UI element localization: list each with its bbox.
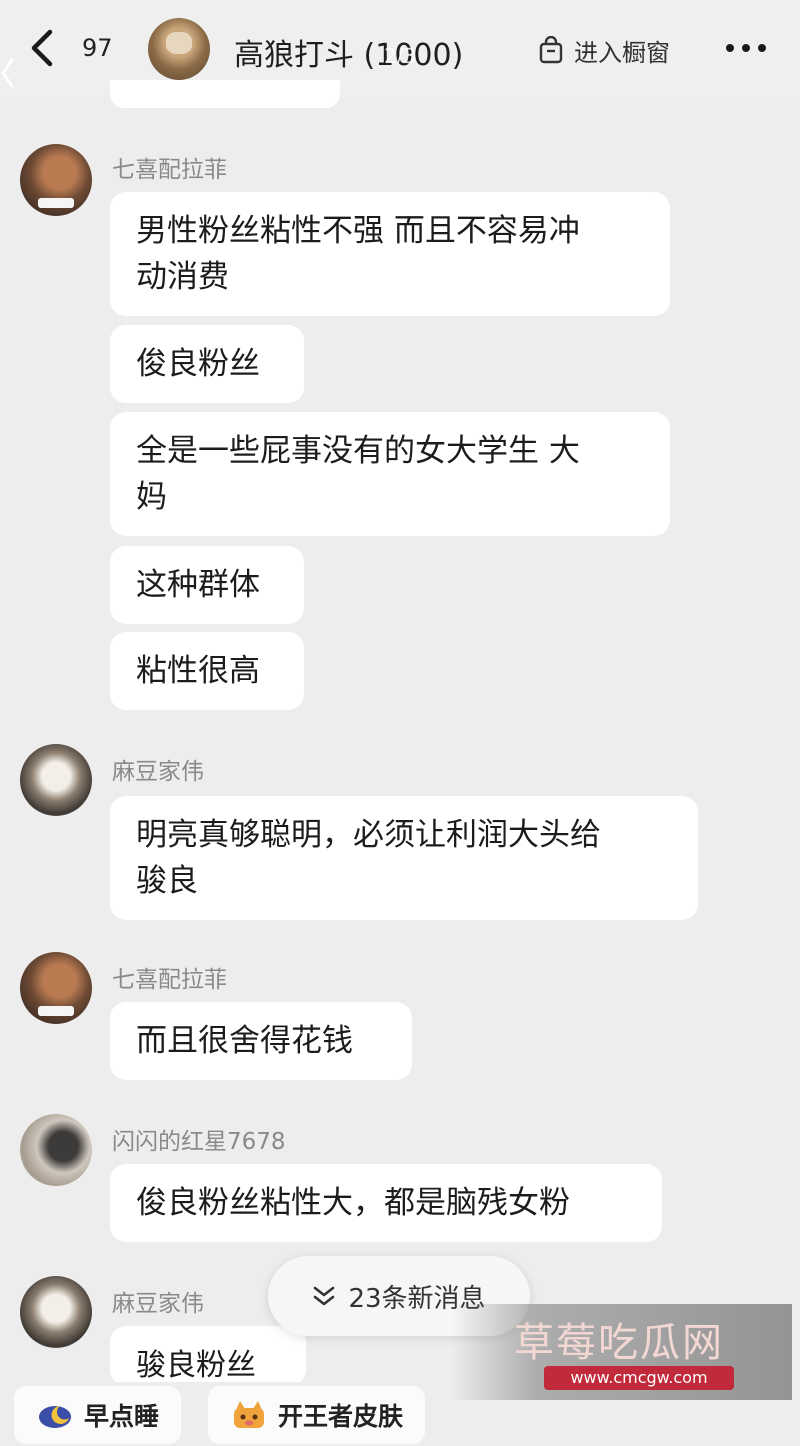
unread-count: 97 (82, 34, 113, 62)
group-title[interactable]: 高狼打斗 (1000) (234, 30, 463, 74)
back-button[interactable] (22, 26, 62, 70)
moon-emoji-icon (39, 1406, 71, 1428)
message-bubble[interactable]: 明亮真够聪明，必须让利润大头给 骏良 (110, 796, 698, 920)
sender-name: 七喜配拉菲 (112, 967, 227, 993)
quick-reply-label: 早点睡 (84, 1402, 160, 1431)
shopping-bag-icon (539, 36, 563, 64)
message-bubble[interactable]: 粘性很高 (110, 632, 304, 710)
cat-emoji-icon (234, 1401, 264, 1428)
sender-avatar[interactable] (20, 952, 92, 1024)
sender-name: 七喜配拉菲 (112, 157, 227, 183)
quick-reply-label: 开王者皮肤 (278, 1402, 404, 1431)
watermark-title: 草莓吃瓜网 (514, 1320, 724, 1366)
sender-avatar[interactable] (20, 744, 92, 816)
previous-message-bubble (110, 80, 340, 108)
more-dots-icon (726, 44, 766, 52)
message-bubble[interactable]: 俊良粉丝 (110, 325, 304, 403)
sender-avatar[interactable] (20, 1114, 92, 1186)
sender-name: 闪闪的红星7678 (112, 1129, 286, 1155)
edge-back-icon[interactable] (0, 58, 16, 88)
message-bubble[interactable]: 而且很舍得花钱 (110, 1002, 412, 1080)
watermark-url: www.cmcgw.com (570, 1368, 708, 1387)
chat-screen: 97 高狼打斗 (1000) 2/3 进入橱窗 七喜配拉菲 男性粉丝粘性不强 而… (0, 0, 800, 1446)
sender-name: 麻豆家伟 (112, 759, 204, 785)
chevron-left-icon (31, 29, 53, 67)
message-bubble[interactable]: 男性粉丝粘性不强 而且不容易冲 动消费 (110, 192, 670, 316)
more-button[interactable] (724, 36, 768, 60)
message-bubble[interactable]: 全是一些屁事没有的女大学生 大 妈 (110, 412, 670, 536)
quick-reply-skin[interactable]: 开王者皮肤 (208, 1386, 426, 1444)
site-watermark: 草莓吃瓜网 www.cmcgw.com (452, 1304, 792, 1400)
message-bubble[interactable]: 骏良粉丝 (110, 1326, 306, 1386)
double-chevron-down-icon (314, 1286, 335, 1306)
message-bubble[interactable]: 这种群体 (110, 546, 304, 624)
quick-reply-sleep[interactable]: 早点睡 (14, 1386, 182, 1444)
shop-window-label: 进入橱窗 (574, 38, 670, 67)
message-bubble[interactable]: 俊良粉丝粘性大，都是脑残女粉 (110, 1164, 662, 1242)
page-indicator: 2/3 (384, 44, 417, 68)
group-avatar[interactable] (148, 18, 210, 80)
sender-avatar[interactable] (20, 1276, 92, 1348)
sender-avatar[interactable] (20, 144, 92, 216)
sender-name: 麻豆家伟 (112, 1291, 204, 1317)
shop-window-button[interactable]: 进入橱窗 (538, 30, 670, 70)
